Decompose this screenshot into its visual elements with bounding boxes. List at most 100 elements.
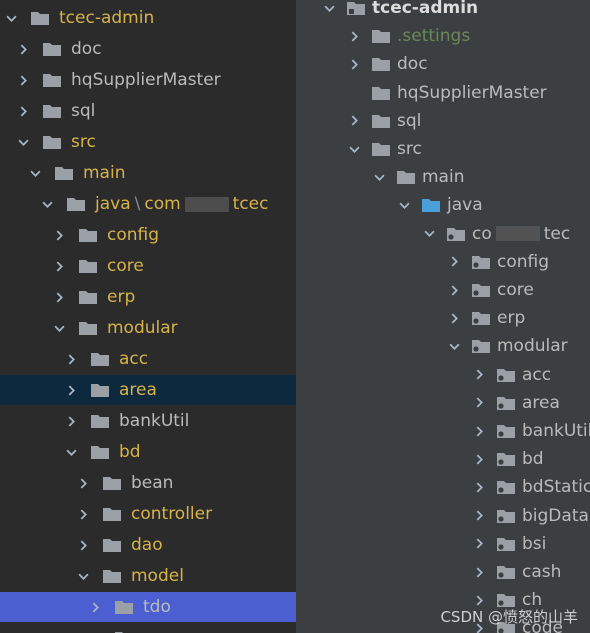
chevron-down-icon[interactable] [447,339,461,353]
tree-row[interactable]: src [296,135,590,163]
chevron-right-icon[interactable] [52,259,66,273]
chevron-right-icon[interactable] [52,228,66,242]
chevron-right-icon[interactable] [447,311,461,325]
chevron-right-icon[interactable] [472,509,486,523]
chevron-down-icon[interactable] [397,198,411,212]
chevron-right-icon[interactable] [447,283,461,297]
folder-icon [90,413,110,429]
chevron-right-icon[interactable] [347,57,361,71]
tree-row[interactable]: modular [296,332,590,360]
tree-item-label: bdStatic [522,477,590,497]
tree-row[interactable]: java \ com tcec [0,189,296,219]
tree-row[interactable]: config [0,220,296,250]
chevron-down-icon[interactable] [28,166,42,180]
tree-row[interactable]: erp [0,282,296,312]
tree-row[interactable]: dao [0,530,296,560]
tree-item-label-text: src [397,139,422,159]
chevron-down-icon[interactable] [40,197,54,211]
chevron-right-icon[interactable] [64,414,78,428]
chevron-down-icon[interactable] [64,445,78,459]
tree-row[interactable]: co tec [296,220,590,248]
tree-row[interactable]: src [0,127,296,157]
tree-row[interactable]: bdStatic [296,473,590,501]
folder-icon [396,169,416,185]
tree-row[interactable]: core [0,251,296,281]
chevron-right-icon[interactable] [64,352,78,366]
tree-item-label-text: java [447,195,483,216]
tree-row[interactable]: config [296,248,590,276]
tree-row[interactable]: sql [0,96,296,126]
chevron-right-icon[interactable] [16,104,30,118]
chevron-right-icon[interactable] [16,73,30,87]
tree-row[interactable]: bigData [296,502,590,530]
chevron-down-icon[interactable] [347,142,361,156]
chevron-right-icon[interactable] [16,42,30,56]
tree-item-label-text: core [107,256,144,276]
tree-row[interactable]: doc [0,34,296,64]
chevron-right-icon[interactable] [76,476,90,490]
tree-row[interactable]: bean [0,468,296,498]
tree-row[interactable]: area [296,389,590,417]
folder-icon [78,258,98,274]
chevron-right-icon[interactable] [472,565,486,579]
tree-row[interactable]: hqSupplierMaster [296,79,590,107]
tree-row[interactable]: .settings [296,22,590,50]
tree-row[interactable]: bsi [296,530,590,558]
chevron-down-icon[interactable] [322,1,336,15]
tree-item-label-text: core [497,280,534,300]
chevron-right-icon[interactable] [76,538,90,552]
tree-row[interactable] [0,623,296,633]
chevron-down-icon[interactable] [52,321,66,335]
chevron-right-icon[interactable] [347,29,361,43]
folder-icon [78,320,98,336]
chevron-right-icon[interactable] [64,383,78,397]
tree-item-label-text: erp [107,287,136,307]
tree-row[interactable]: bankUtil [0,406,296,436]
tree-row[interactable]: main [296,163,590,191]
chevron-right-icon[interactable] [472,424,486,438]
tree-item-label: java [447,195,483,215]
chevron-down-icon[interactable] [76,569,90,583]
tree-row[interactable]: doc [296,50,590,78]
tree-row[interactable]: acc [296,361,590,389]
tree-item-label-text: sql [71,101,96,121]
chevron-right-icon[interactable] [88,600,102,614]
tree-row[interactable]: bd [296,445,590,473]
tree-row[interactable]: controller [0,499,296,529]
folder-icon [114,599,134,615]
tree-row[interactable]: tdo [0,592,296,622]
tree-row[interactable]: area [0,375,296,405]
chevron-right-icon[interactable] [447,255,461,269]
tree-row[interactable]: tcec-admin [0,3,296,33]
tree-row[interactable]: tcec-admin [296,0,590,22]
chevron-down-icon[interactable] [16,135,30,149]
tree-row[interactable]: hqSupplierMaster [0,65,296,95]
tree-row[interactable]: core [296,276,590,304]
chevron-down-icon[interactable] [4,11,18,25]
tree-item-label-text: bankUtil [119,411,190,431]
chevron-right-icon[interactable] [472,480,486,494]
tree-item-label: bigData [522,506,589,526]
chevron-right-icon[interactable] [472,396,486,410]
tree-row[interactable]: sql [296,107,590,135]
chevron-down-icon[interactable] [422,227,436,241]
chevron-right-icon[interactable] [76,507,90,521]
tree-row[interactable]: java [296,191,590,219]
tree-row[interactable]: erp [296,304,590,332]
chevron-right-icon[interactable] [347,114,361,128]
tree-row[interactable]: main [0,158,296,188]
chevron-right-icon[interactable] [52,290,66,304]
chevron-right-icon[interactable] [472,452,486,466]
tree-row[interactable]: bankUtil [296,417,590,445]
folder-icon [371,28,391,44]
chevron-right-icon[interactable] [472,537,486,551]
tree-row[interactable]: modular [0,313,296,343]
tree-row[interactable]: model [0,561,296,591]
tree-row[interactable]: bd [0,437,296,467]
tree-item-label: tcec-admin [59,8,154,28]
tree-item-label: modular [107,318,178,338]
chevron-down-icon[interactable] [372,170,386,184]
tree-row[interactable]: acc [0,344,296,374]
tree-row[interactable]: cash [296,558,590,586]
chevron-right-icon[interactable] [472,368,486,382]
